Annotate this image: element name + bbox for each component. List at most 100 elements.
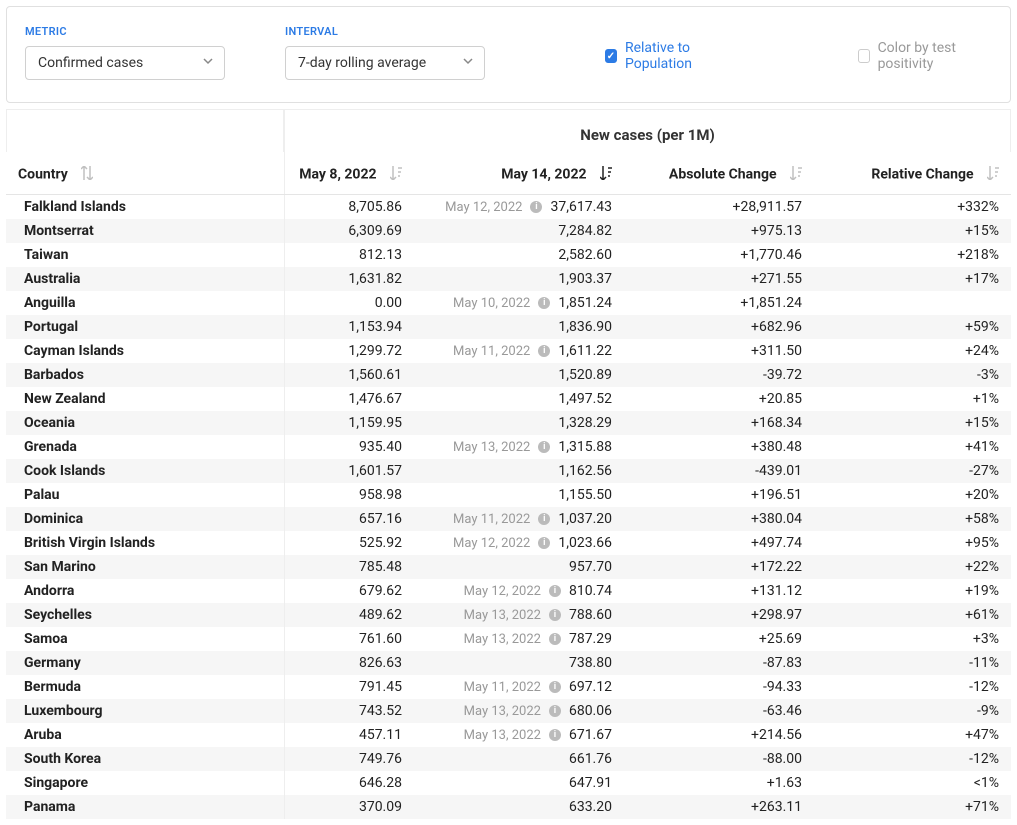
info-icon[interactable]: i [549, 609, 561, 621]
relative-change-cell: +61% [814, 603, 1011, 627]
relative-change-cell [814, 291, 1011, 315]
country-cell[interactable]: Singapore [6, 771, 284, 795]
country-cell[interactable]: Taiwan [6, 243, 284, 267]
header-country[interactable]: Country [6, 152, 284, 195]
country-cell[interactable]: San Marino [6, 555, 284, 579]
header-absolute-change[interactable]: Absolute Change [624, 152, 814, 195]
country-cell[interactable]: Seychelles [6, 603, 284, 627]
table-row: Bermuda791.45May 11, 2022i697.12-94.33-1… [6, 675, 1011, 699]
absolute-change-cell: +168.34 [624, 411, 814, 435]
table-header-row: Country May 8, 2022 May 14, 2022 [6, 152, 1011, 195]
table-row: New Zealand1,476.671,497.52+20.85+1% [6, 387, 1011, 411]
info-icon[interactable]: i [549, 585, 561, 597]
sort-desc-icon [600, 166, 612, 184]
country-cell[interactable]: South Korea [6, 747, 284, 771]
may14-cell: 738.80 [414, 651, 624, 675]
relative-to-population-checkbox-group[interactable]: Relative to Population [605, 40, 738, 80]
absolute-change-cell: -63.46 [624, 699, 814, 723]
table-row: British Virgin Islands525.92May 12, 2022… [6, 531, 1011, 555]
country-cell[interactable]: Portugal [6, 315, 284, 339]
absolute-change-cell: +1,851.24 [624, 291, 814, 315]
relative-change-cell: +59% [814, 315, 1011, 339]
country-cell[interactable]: New Zealand [6, 387, 284, 411]
absolute-change-cell: +1,770.46 [624, 243, 814, 267]
may14-cell: May 11, 2022i1,037.20 [414, 507, 624, 531]
country-cell[interactable]: Barbados [6, 363, 284, 387]
color-by-test-positivity-checkbox-group[interactable]: Color by test positivity [858, 40, 992, 80]
chevron-down-icon [462, 55, 474, 71]
info-icon[interactable]: i [538, 441, 550, 453]
country-cell[interactable]: British Virgin Islands [6, 531, 284, 555]
date-note: May 11, 2022 [453, 344, 530, 359]
country-cell[interactable]: Germany [6, 651, 284, 675]
interval-label: INTERVAL [285, 25, 485, 38]
absolute-change-cell: +682.96 [624, 315, 814, 339]
country-cell[interactable]: Montserrat [6, 219, 284, 243]
may8-cell: 785.48 [284, 555, 414, 579]
info-icon[interactable]: i [530, 201, 542, 213]
absolute-change-cell: +214.56 [624, 723, 814, 747]
info-icon[interactable]: i [538, 297, 550, 309]
relative-change-cell: +332% [814, 195, 1011, 220]
table-row: Panama370.09633.20+263.11+71% [6, 795, 1011, 819]
may14-value: 1,315.88 [558, 439, 612, 455]
absolute-change-cell: +380.48 [624, 435, 814, 459]
country-cell[interactable]: Luxembourg [6, 699, 284, 723]
info-icon[interactable]: i [549, 681, 561, 693]
header-may8[interactable]: May 8, 2022 [284, 152, 414, 195]
may14-cell: May 11, 2022i1,611.22 [414, 339, 624, 363]
absolute-change-cell: +20.85 [624, 387, 814, 411]
table-row: Luxembourg743.52May 13, 2022i680.06-63.4… [6, 699, 1011, 723]
info-icon[interactable]: i [538, 345, 550, 357]
table-row: Germany826.63738.80-87.83-11% [6, 651, 1011, 675]
may14-cell: May 13, 2022 i 1,315.88 [414, 435, 624, 459]
relative-to-population-checkbox[interactable] [605, 49, 617, 63]
may8-cell: 1,601.57 [284, 459, 414, 483]
color-by-test-positivity-checkbox[interactable] [858, 49, 870, 63]
may14-value: 787.29 [569, 631, 612, 647]
country-cell[interactable]: Samoa [6, 627, 284, 651]
date-note: May 13, 2022 [453, 440, 530, 455]
interval-select[interactable]: 7-day rolling average [285, 46, 485, 80]
table-row: Palau958.981,155.50+196.51+20% [6, 483, 1011, 507]
country-cell[interactable]: Australia [6, 267, 284, 291]
chevron-down-icon [202, 55, 214, 71]
may14-cell: 2,582.60 [414, 243, 624, 267]
country-cell[interactable]: Falkland Islands [6, 195, 284, 220]
may8-cell: 743.52 [284, 699, 414, 723]
info-icon[interactable]: i [549, 729, 561, 741]
may8-cell: 1,560.61 [284, 363, 414, 387]
interval-select-value: 7-day rolling average [298, 55, 426, 71]
relative-change-cell: -27% [814, 459, 1011, 483]
country-cell[interactable]: Panama [6, 795, 284, 819]
may14-value: 1,037.20 [558, 511, 612, 527]
country-cell[interactable]: Grenada [6, 435, 284, 459]
country-cell[interactable]: Aruba [6, 723, 284, 747]
header-may14[interactable]: May 14, 2022 [414, 152, 624, 195]
info-icon[interactable]: i [549, 705, 561, 717]
may14-value: 1,023.66 [558, 535, 612, 551]
metric-label: METRIC [25, 25, 225, 38]
country-cell[interactable]: Andorra [6, 579, 284, 603]
may8-cell: 457.11 [284, 723, 414, 747]
may14-value: 671.67 [569, 727, 612, 743]
absolute-change-cell: -88.00 [624, 747, 814, 771]
country-cell[interactable]: Anguilla [6, 291, 284, 315]
metric-select[interactable]: Confirmed cases [25, 46, 225, 80]
info-icon[interactable]: i [538, 513, 550, 525]
info-icon[interactable]: i [549, 633, 561, 645]
info-icon[interactable]: i [538, 537, 550, 549]
country-cell[interactable]: Dominica [6, 507, 284, 531]
country-cell[interactable]: Cayman Islands [6, 339, 284, 363]
country-cell[interactable]: Cook Islands [6, 459, 284, 483]
may8-cell: 1,299.72 [284, 339, 414, 363]
may8-cell: 826.63 [284, 651, 414, 675]
country-cell[interactable]: Bermuda [6, 675, 284, 699]
absolute-change-cell: +131.12 [624, 579, 814, 603]
may14-cell: 647.91 [414, 771, 624, 795]
country-cell[interactable]: Oceania [6, 411, 284, 435]
may8-cell: 935.40 [284, 435, 414, 459]
country-cell[interactable]: Palau [6, 483, 284, 507]
may8-cell: 489.62 [284, 603, 414, 627]
header-relative-change[interactable]: Relative Change [814, 152, 1011, 195]
